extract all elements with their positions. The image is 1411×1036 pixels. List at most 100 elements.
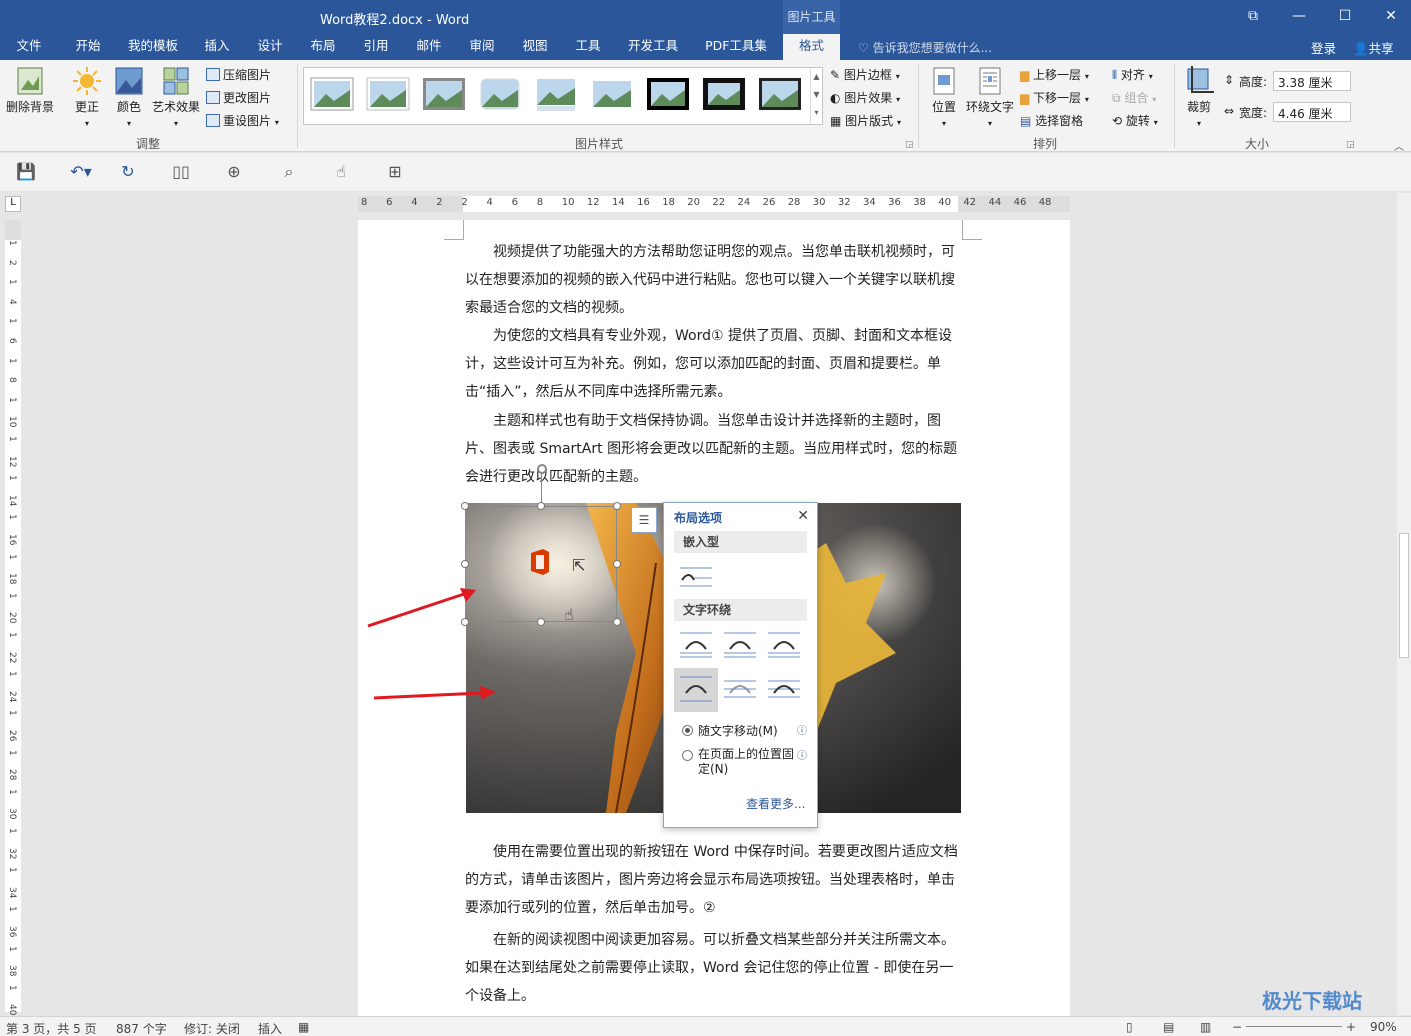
dialog-launcher-icon[interactable]: ◲ bbox=[1346, 140, 1355, 150]
picture-style-thumb[interactable] bbox=[758, 76, 802, 112]
position-button[interactable]: 位置 ▾ bbox=[925, 66, 963, 129]
resize-handle[interactable] bbox=[537, 502, 545, 510]
wrap-text-button[interactable]: 环绕文字 ▾ bbox=[964, 66, 1016, 129]
tab-insert[interactable]: 插入 bbox=[196, 34, 238, 60]
picture-border-button[interactable]: ✎ 图片边框 ▾ bbox=[830, 66, 900, 83]
height-input[interactable]: 3.38 厘米 bbox=[1273, 71, 1351, 91]
rotate-button[interactable]: ⟲ 旋转 ▾ bbox=[1112, 112, 1158, 129]
behind-text-icon[interactable] bbox=[722, 671, 762, 711]
artistic-effects-button[interactable]: 艺术效果 ▾ bbox=[150, 66, 202, 129]
paragraph[interactable]: 在新的阅读视图中阅读更加容易。可以折叠文档某些部分并关注所需文本。如果在达到结尾… bbox=[465, 926, 965, 1010]
gallery-scroll[interactable]: ▲ ▼ ▾ bbox=[810, 68, 822, 124]
close-button[interactable]: ✕ bbox=[1368, 0, 1411, 34]
info-icon[interactable]: ⓘ bbox=[797, 722, 807, 737]
layout-options-button[interactable]: ☰ bbox=[631, 507, 657, 533]
resize-handle[interactable] bbox=[613, 502, 621, 510]
resize-handle[interactable] bbox=[461, 502, 469, 510]
see-more-link[interactable]: 查看更多... bbox=[746, 795, 805, 812]
tab-selector[interactable]: L bbox=[5, 196, 21, 212]
tab-developer[interactable]: 开发工具 bbox=[620, 34, 686, 60]
tab-home[interactable]: 开始 bbox=[66, 34, 110, 60]
resize-handle[interactable] bbox=[613, 560, 621, 568]
save-icon[interactable]: 💾 bbox=[16, 163, 36, 181]
vertical-scrollbar[interactable] bbox=[1397, 193, 1411, 1015]
square-wrap-icon[interactable] bbox=[678, 627, 718, 667]
tab-mailings[interactable]: 邮件 bbox=[408, 34, 450, 60]
through-wrap-icon[interactable] bbox=[766, 627, 806, 667]
zoom-in-icon[interactable]: + bbox=[1346, 1020, 1356, 1034]
tab-format[interactable]: 格式 bbox=[783, 34, 840, 60]
dialog-launcher-icon[interactable]: ◲ bbox=[905, 140, 914, 150]
tab-tools[interactable]: 工具 bbox=[567, 34, 609, 60]
bring-forward-button[interactable]: ▆ 上移一层 ▾ bbox=[1020, 66, 1089, 83]
tab-layout[interactable]: 布局 bbox=[302, 34, 344, 60]
tell-me-box[interactable]: ♡ 告诉我您想要做什么... bbox=[858, 39, 992, 56]
track-changes-status[interactable]: 修订: 关闭 bbox=[184, 1020, 240, 1036]
undo-icon[interactable]: ↶▾ bbox=[66, 163, 96, 181]
web-layout-view-icon[interactable]: ▥ bbox=[1200, 1020, 1211, 1034]
tab-my-templates[interactable]: 我的模板 bbox=[122, 34, 184, 60]
zoom-slider[interactable] bbox=[1246, 1026, 1342, 1027]
read-mode-view-icon[interactable]: ▯ bbox=[1126, 1020, 1133, 1034]
send-backward-button[interactable]: ▆ 下移一层 ▾ bbox=[1020, 89, 1089, 106]
inline-with-text-icon[interactable] bbox=[678, 558, 718, 598]
web-layout-icon[interactable]: ⊕ bbox=[225, 163, 243, 181]
in-front-of-text-icon[interactable] bbox=[766, 671, 806, 711]
tight-wrap-icon[interactable] bbox=[722, 627, 762, 667]
tab-view[interactable]: 视图 bbox=[514, 34, 556, 60]
picture-style-thumb[interactable] bbox=[366, 76, 410, 112]
tab-design[interactable]: 设计 bbox=[249, 34, 291, 60]
picture-style-thumb[interactable] bbox=[422, 76, 466, 112]
picture-style-thumb[interactable] bbox=[534, 76, 578, 112]
close-icon[interactable]: ✕ bbox=[797, 508, 809, 524]
print-preview-icon[interactable]: ⌕ bbox=[280, 163, 298, 181]
maximize-button[interactable]: ☐ bbox=[1322, 0, 1368, 34]
touch-mode-icon[interactable]: ☝ bbox=[332, 163, 350, 181]
tab-review[interactable]: 审阅 bbox=[461, 34, 503, 60]
change-picture-button[interactable]: 更改图片 bbox=[206, 89, 271, 106]
selection-pane-button[interactable]: ▤ 选择窗格 bbox=[1020, 112, 1083, 129]
info-icon[interactable]: ⓘ bbox=[797, 747, 807, 762]
paragraph[interactable]: 主题和样式也有助于文档保持协调。当您单击设计并选择新的主题时，图片、图表或 Sm… bbox=[465, 407, 965, 491]
remove-background-button[interactable]: 删除背景 bbox=[4, 66, 56, 115]
picture-layout-button[interactable]: ▦ 图片版式 ▾ bbox=[830, 112, 901, 129]
zoom-out-icon[interactable]: − bbox=[1232, 1020, 1242, 1034]
insert-mode[interactable]: 插入 bbox=[258, 1020, 282, 1036]
picture-style-thumb[interactable] bbox=[590, 76, 634, 112]
resize-handle[interactable] bbox=[461, 560, 469, 568]
page-count[interactable]: 第 3 页，共 5 页 bbox=[6, 1020, 97, 1036]
paragraph[interactable]: 使用在需要位置出现的新按钮在 Word 中保存时间。若要更改图片适应文档的方式，… bbox=[465, 838, 965, 922]
picture-style-thumb[interactable] bbox=[478, 76, 522, 112]
zoom-level[interactable]: 90% bbox=[1370, 1020, 1397, 1034]
vertical-ruler[interactable]: 1 2 1 4 1 6 1 8 1 10 1 12 1 14 1 16 1 18 1 20 1 22 1 24 1 26 1 28 1 3… bbox=[5, 220, 21, 1016]
fix-position-radio[interactable] bbox=[682, 750, 693, 761]
tab-references[interactable]: 引用 bbox=[355, 34, 397, 60]
collapse-ribbon-icon[interactable]: ︿ bbox=[1394, 138, 1404, 153]
word-count[interactable]: 887 个字 bbox=[116, 1020, 167, 1036]
print-layout-view-icon[interactable]: ▤ bbox=[1163, 1020, 1174, 1034]
reset-picture-button[interactable]: 重设图片 ▾ bbox=[206, 112, 279, 129]
ribbon-display-options-button[interactable]: ⧉ bbox=[1230, 0, 1276, 34]
scrollbar-thumb[interactable] bbox=[1399, 533, 1409, 658]
minimize-button[interactable]: — bbox=[1276, 0, 1322, 34]
paragraph[interactable]: 视频提供了功能强大的方法帮助您证明您的观点。当您单击联机视频时，可以在想要添加的… bbox=[465, 238, 965, 322]
crop-button[interactable]: 裁剪 ▾ bbox=[1180, 66, 1218, 129]
top-bottom-wrap-icon[interactable] bbox=[678, 671, 718, 711]
corrections-button[interactable]: 更正 ▾ bbox=[66, 66, 108, 129]
redo-icon[interactable]: ↻ bbox=[119, 163, 137, 181]
picture-style-thumb[interactable] bbox=[646, 76, 690, 112]
paragraph[interactable]: 为使您的文档具有专业外观，Word① 提供了页眉、页脚、封面和文本框设计，这些设… bbox=[465, 322, 965, 406]
resize-handle[interactable] bbox=[537, 618, 545, 626]
tab-file[interactable]: 文件 bbox=[6, 34, 52, 60]
horizontal-ruler[interactable]: 8 6 4 2 2 4 6 8 10 12 14 16 18 20 22 24 26 28 30 32 34 36 38 40… bbox=[358, 196, 1070, 212]
group-button[interactable]: ⧉ 组合 ▾ bbox=[1112, 89, 1156, 106]
width-input[interactable]: 4.46 厘米 bbox=[1273, 102, 1351, 122]
picture-style-thumb[interactable] bbox=[702, 76, 746, 112]
login-link[interactable]: 登录 bbox=[1311, 38, 1336, 57]
rotate-handle-icon[interactable] bbox=[537, 464, 547, 474]
macro-icon[interactable]: ▦ bbox=[298, 1020, 309, 1034]
resize-handle[interactable] bbox=[613, 618, 621, 626]
customize-icon[interactable]: ⊞ bbox=[386, 163, 404, 181]
compress-pictures-button[interactable]: 压缩图片 bbox=[206, 66, 271, 83]
align-button[interactable]: ⫴ 对齐 ▾ bbox=[1112, 66, 1153, 83]
